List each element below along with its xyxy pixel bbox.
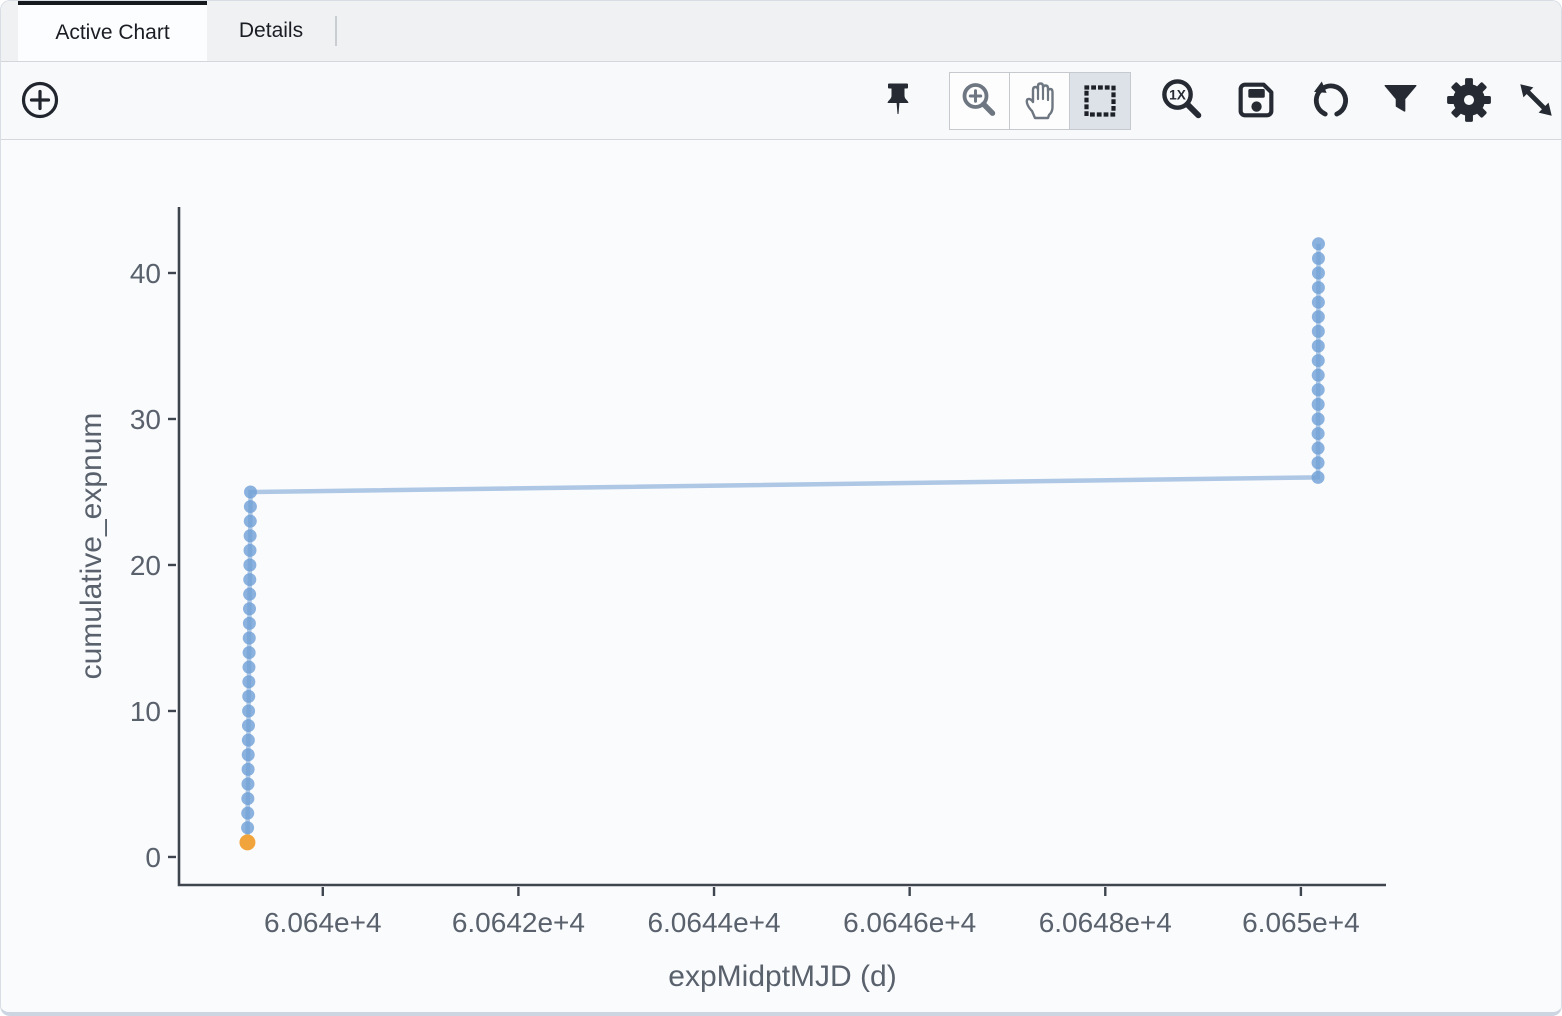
save-button[interactable]	[1233, 77, 1279, 123]
data-point[interactable]	[1312, 252, 1325, 265]
add-viewer-button[interactable]	[19, 79, 61, 121]
tab-active-chart[interactable]: Active Chart	[18, 1, 207, 61]
chart-line	[248, 244, 1319, 843]
data-point[interactable]	[243, 646, 256, 659]
filter-icon	[1381, 80, 1421, 120]
zoom-in-icon	[959, 80, 1001, 122]
data-point[interactable]	[242, 690, 255, 703]
pan-tool-button[interactable]	[1010, 73, 1070, 129]
zoom-1x-icon: 1X	[1160, 77, 1206, 123]
pin-icon	[877, 79, 919, 121]
x-axis-title: expMidptMJD (d)	[668, 960, 896, 993]
chart-area: 0 10 20 30 40 6.064e+4 6.0642e+4 6.0644e+4 6.064…	[1, 140, 1561, 1013]
data-point[interactable]	[1312, 369, 1325, 382]
y-tick-label: 20	[130, 550, 161, 581]
expand-button[interactable]	[1514, 78, 1558, 122]
data-point[interactable]	[241, 807, 254, 820]
x-tick-label: 6.064e+4	[264, 907, 382, 938]
chart-viewer-window: Active Chart Details	[0, 0, 1562, 1016]
y-tick-label: 0	[145, 842, 161, 873]
expand-diagonal-icon	[1514, 78, 1558, 122]
data-point[interactable]	[1312, 325, 1325, 338]
data-point[interactable]	[1312, 427, 1325, 440]
data-point[interactable]	[1312, 383, 1325, 396]
pin-button[interactable]	[877, 79, 919, 121]
data-point[interactable]	[244, 515, 257, 528]
data-point[interactable]	[242, 763, 255, 776]
data-point[interactable]	[244, 500, 257, 513]
settings-button[interactable]	[1446, 77, 1492, 123]
zoom-in-tool-button[interactable]	[950, 73, 1010, 129]
tab-details-label: Details	[239, 19, 303, 43]
tab-active-chart-label: Active Chart	[55, 21, 169, 45]
data-point[interactable]	[1312, 354, 1325, 367]
y-axis-title: cumulative_expnum	[75, 413, 108, 680]
data-point[interactable]	[241, 821, 254, 834]
tab-details[interactable]: Details	[207, 1, 335, 61]
rect-select-tool-button[interactable]	[1070, 73, 1130, 129]
data-point[interactable]	[1312, 237, 1325, 250]
add-circle-icon	[19, 79, 61, 121]
toolbar: 1X	[1, 62, 1561, 140]
data-point[interactable]	[1312, 442, 1325, 455]
data-point[interactable]	[1312, 412, 1325, 425]
y-tick-label: 40	[130, 258, 161, 289]
data-point[interactable]	[241, 792, 254, 805]
axes-lines	[179, 207, 1386, 885]
data-point[interactable]	[243, 573, 256, 586]
data-point[interactable]	[243, 588, 256, 601]
data-point[interactable]	[243, 617, 256, 630]
data-point[interactable]	[1312, 281, 1325, 294]
settings-gear-icon	[1446, 77, 1492, 123]
highlighted-data-point[interactable]	[239, 834, 255, 850]
data-point[interactable]	[1312, 310, 1325, 323]
x-tick-label: 6.0648e+4	[1039, 907, 1172, 938]
y-tick-label: 10	[130, 696, 161, 727]
refresh-button[interactable]	[1309, 78, 1353, 122]
tab-bar: Active Chart Details	[1, 1, 1561, 62]
tool-mode-group	[949, 72, 1131, 130]
pan-hand-icon	[1019, 80, 1061, 122]
data-point[interactable]	[242, 704, 255, 717]
data-point[interactable]	[243, 602, 256, 615]
data-point[interactable]	[1312, 296, 1325, 309]
data-point[interactable]	[1312, 471, 1325, 484]
data-point[interactable]	[241, 777, 254, 790]
tab-separator	[335, 16, 337, 46]
x-tick-label: 6.0642e+4	[452, 907, 585, 938]
zoom-1x-button[interactable]: 1X	[1160, 77, 1206, 123]
data-point[interactable]	[242, 734, 255, 747]
data-point[interactable]	[244, 529, 257, 542]
refresh-icon	[1309, 78, 1353, 122]
save-icon	[1233, 77, 1279, 123]
x-tick-label: 6.0644e+4	[647, 907, 780, 938]
data-point[interactable]	[242, 748, 255, 761]
data-point[interactable]	[1312, 266, 1325, 279]
data-point[interactable]	[1312, 456, 1325, 469]
filter-button[interactable]	[1381, 80, 1421, 120]
data-point[interactable]	[243, 631, 256, 644]
data-point[interactable]	[244, 544, 257, 557]
data-point[interactable]	[242, 719, 255, 732]
rect-select-icon	[1079, 80, 1121, 122]
data-point[interactable]	[1312, 398, 1325, 411]
data-point[interactable]	[242, 661, 255, 674]
chart-canvas[interactable]: 0 10 20 30 40 6.064e+4 6.0642e+4 6.0644e+4 6.064…	[1, 140, 1560, 1013]
data-point[interactable]	[244, 485, 257, 498]
svg-text:1X: 1X	[1169, 88, 1187, 103]
x-tick-label: 6.0646e+4	[843, 907, 976, 938]
data-point[interactable]	[242, 675, 255, 688]
data-point[interactable]	[243, 558, 256, 571]
y-tick-label: 30	[130, 404, 161, 435]
data-point[interactable]	[1312, 339, 1325, 352]
x-tick-label: 6.065e+4	[1242, 907, 1360, 938]
